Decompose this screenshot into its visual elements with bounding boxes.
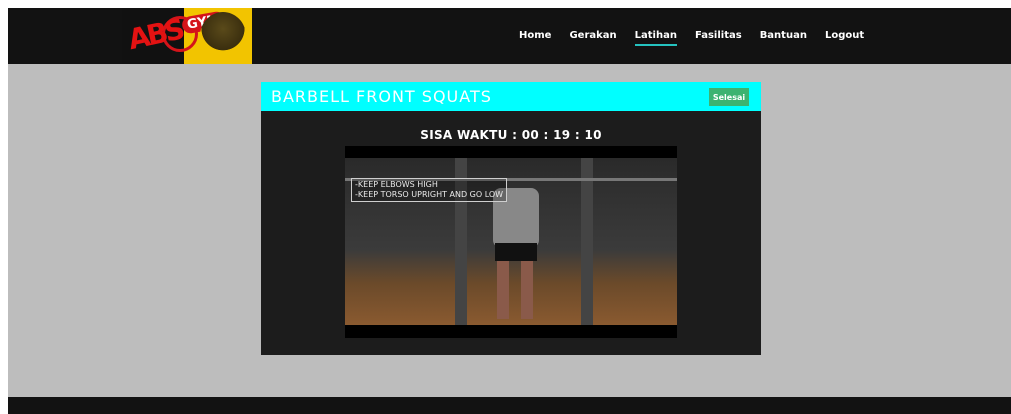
exercise-title: BARBELL FRONT SQUATS bbox=[271, 87, 492, 106]
video-frame: -KEEP ELBOWS HIGH -KEEP TORSO UPRIGHT AN… bbox=[345, 158, 677, 325]
page-frame: ABS GYM Home Gerakan Latihan Fasilitas B… bbox=[8, 8, 1011, 414]
nav-fasilitas[interactable]: Fasilitas bbox=[695, 30, 742, 46]
video-caption: -KEEP ELBOWS HIGH -KEEP TORSO UPRIGHT AN… bbox=[351, 178, 508, 202]
page-footer bbox=[8, 397, 1011, 414]
exercise-header: BARBELL FRONT SQUATS Selesai bbox=[261, 82, 761, 111]
exercise-video[interactable]: -KEEP ELBOWS HIGH -KEEP TORSO UPRIGHT AN… bbox=[345, 146, 677, 338]
video-caption-line-2: -KEEP TORSO UPRIGHT AND GO LOW bbox=[355, 190, 504, 199]
nav-latihan[interactable]: Latihan bbox=[634, 30, 677, 46]
video-caption-line-1: -KEEP ELBOWS HIGH bbox=[355, 180, 438, 189]
main-nav: Home Gerakan Latihan Fasilitas Bantuan L… bbox=[519, 30, 864, 46]
video-athlete-leg-left bbox=[497, 261, 509, 319]
exercise-panel: BARBELL FRONT SQUATS Selesai SISA WAKTU … bbox=[261, 82, 761, 355]
remaining-time: SISA WAKTU : 00 : 19 : 10 bbox=[420, 128, 602, 142]
finish-button[interactable]: Selesai bbox=[709, 88, 749, 106]
gym-logo[interactable]: ABS GYM bbox=[122, 8, 252, 64]
top-navbar: ABS GYM Home Gerakan Latihan Fasilitas B… bbox=[8, 8, 1011, 64]
nav-home[interactable]: Home bbox=[519, 30, 551, 46]
nav-logout[interactable]: Logout bbox=[825, 30, 864, 46]
video-rack-right bbox=[581, 158, 593, 325]
video-athlete-shorts bbox=[495, 243, 537, 261]
nav-gerakan[interactable]: Gerakan bbox=[569, 30, 616, 46]
video-athlete-leg-right bbox=[521, 261, 533, 319]
logo-bodybuilder-icon bbox=[200, 12, 246, 60]
nav-bantuan[interactable]: Bantuan bbox=[760, 30, 807, 46]
